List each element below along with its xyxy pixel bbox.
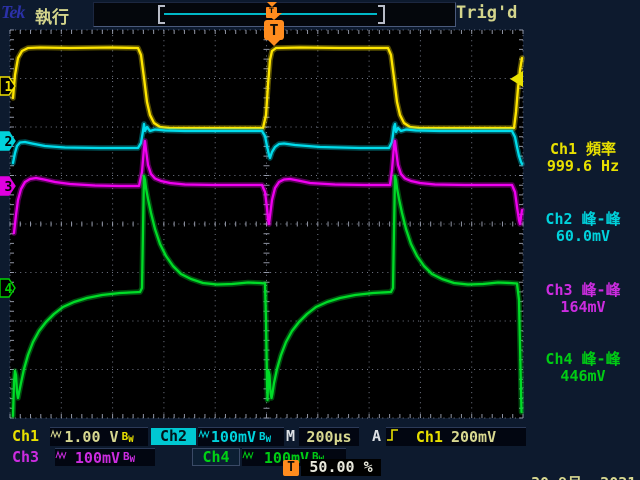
trigger-readout: Ch1 200mV [386,427,526,446]
measurement-label: Ch2 峰-峰 [545,210,621,228]
trigger-position-marker-icon: T [264,13,284,46]
measurement-ch1-frequency: Ch1 頻率 999.6 Hz [527,141,639,175]
trigger-source: Ch1 [415,428,443,446]
measurement-ch3-pkpk: Ch3 峰-峰 164mV [527,282,639,316]
tek-logo: Tek [1,2,25,22]
trigger-position-readout: T 50.00 % [283,459,381,476]
measurement-value: 999.6 Hz [546,157,620,175]
ch2-scale-value: 100mV [210,428,257,446]
ch3-label: Ch3 [12,448,40,466]
record-view-right-bracket [378,5,385,24]
measurement-ch2-pkpk: Ch2 峰-峰 60.0mV [527,211,639,245]
trigger-status: Trig'd [456,3,518,23]
channel-marker-4-number: 4 [5,282,13,297]
date: 30 9月 2021 [531,475,640,480]
bw-b: B [259,429,266,443]
trigger-t-glyph: T [264,20,284,40]
trigger-system-label: A [372,427,382,445]
marker-tip [268,40,280,46]
channel-marker-3-number: 3 [5,180,13,195]
timebase-readout: 200µs [299,427,359,446]
measurement-value: 164mV [560,298,606,316]
ch1-scale-value: 1.00 V [64,428,119,446]
bandwidth-limit-icon: BW [259,426,271,449]
bw-w: W [129,455,136,465]
channel-marker-1-number: 1 [5,80,13,95]
datetime: 30 9月 2021 05:33:34 [527,441,640,480]
ch2-scale-readout: 100mV BW [198,427,284,446]
measurement-ch4-pkpk: Ch4 峰-峰 446mV [527,351,639,385]
trigger-position-value: 50.00 % [301,459,381,476]
coupling-icon [50,429,62,439]
ch1-scale-readout: 1.00 V BW [50,427,148,446]
acquisition-status: 執行 [35,8,69,28]
ch3-scale-value: 100mV [74,448,121,467]
down-triangle-icon [266,13,282,20]
coupling-icon [242,450,254,460]
timebase-label: M [286,427,296,445]
oscilloscope-screen: 1 2 3 4 Tek 執行 T Trig'd T Ch1 頻率 999.6 Hz C… [0,0,640,480]
bandwidth-limit-icon: BW [123,446,135,469]
channel-marker-2-number: 2 [5,135,13,150]
bw-b: B [123,450,130,463]
trigger-level: 200mV [450,428,497,446]
ch3-scale-readout: 100mV BW [55,446,155,469]
coupling-icon [55,450,67,460]
ch1-label: Ch1 [12,427,40,445]
trigger-t-icon: T [283,459,299,476]
measurement-label: Ch1 頻率 [549,140,617,158]
ch2-selected-tab: Ch2 [151,428,196,445]
measurement-value: 60.0mV [555,227,611,245]
measurement-label: Ch4 峰-峰 [545,350,621,368]
ch4-tab: Ch4 [192,448,240,466]
timebase-value: 200µs [306,428,352,446]
measurement-value: 446mV [560,367,606,385]
coupling-icon [198,429,210,439]
bw-w: W [265,434,272,445]
bw-w: W [128,434,134,445]
rising-edge-icon [387,429,398,441]
measurement-label: Ch3 峰-峰 [545,281,621,299]
